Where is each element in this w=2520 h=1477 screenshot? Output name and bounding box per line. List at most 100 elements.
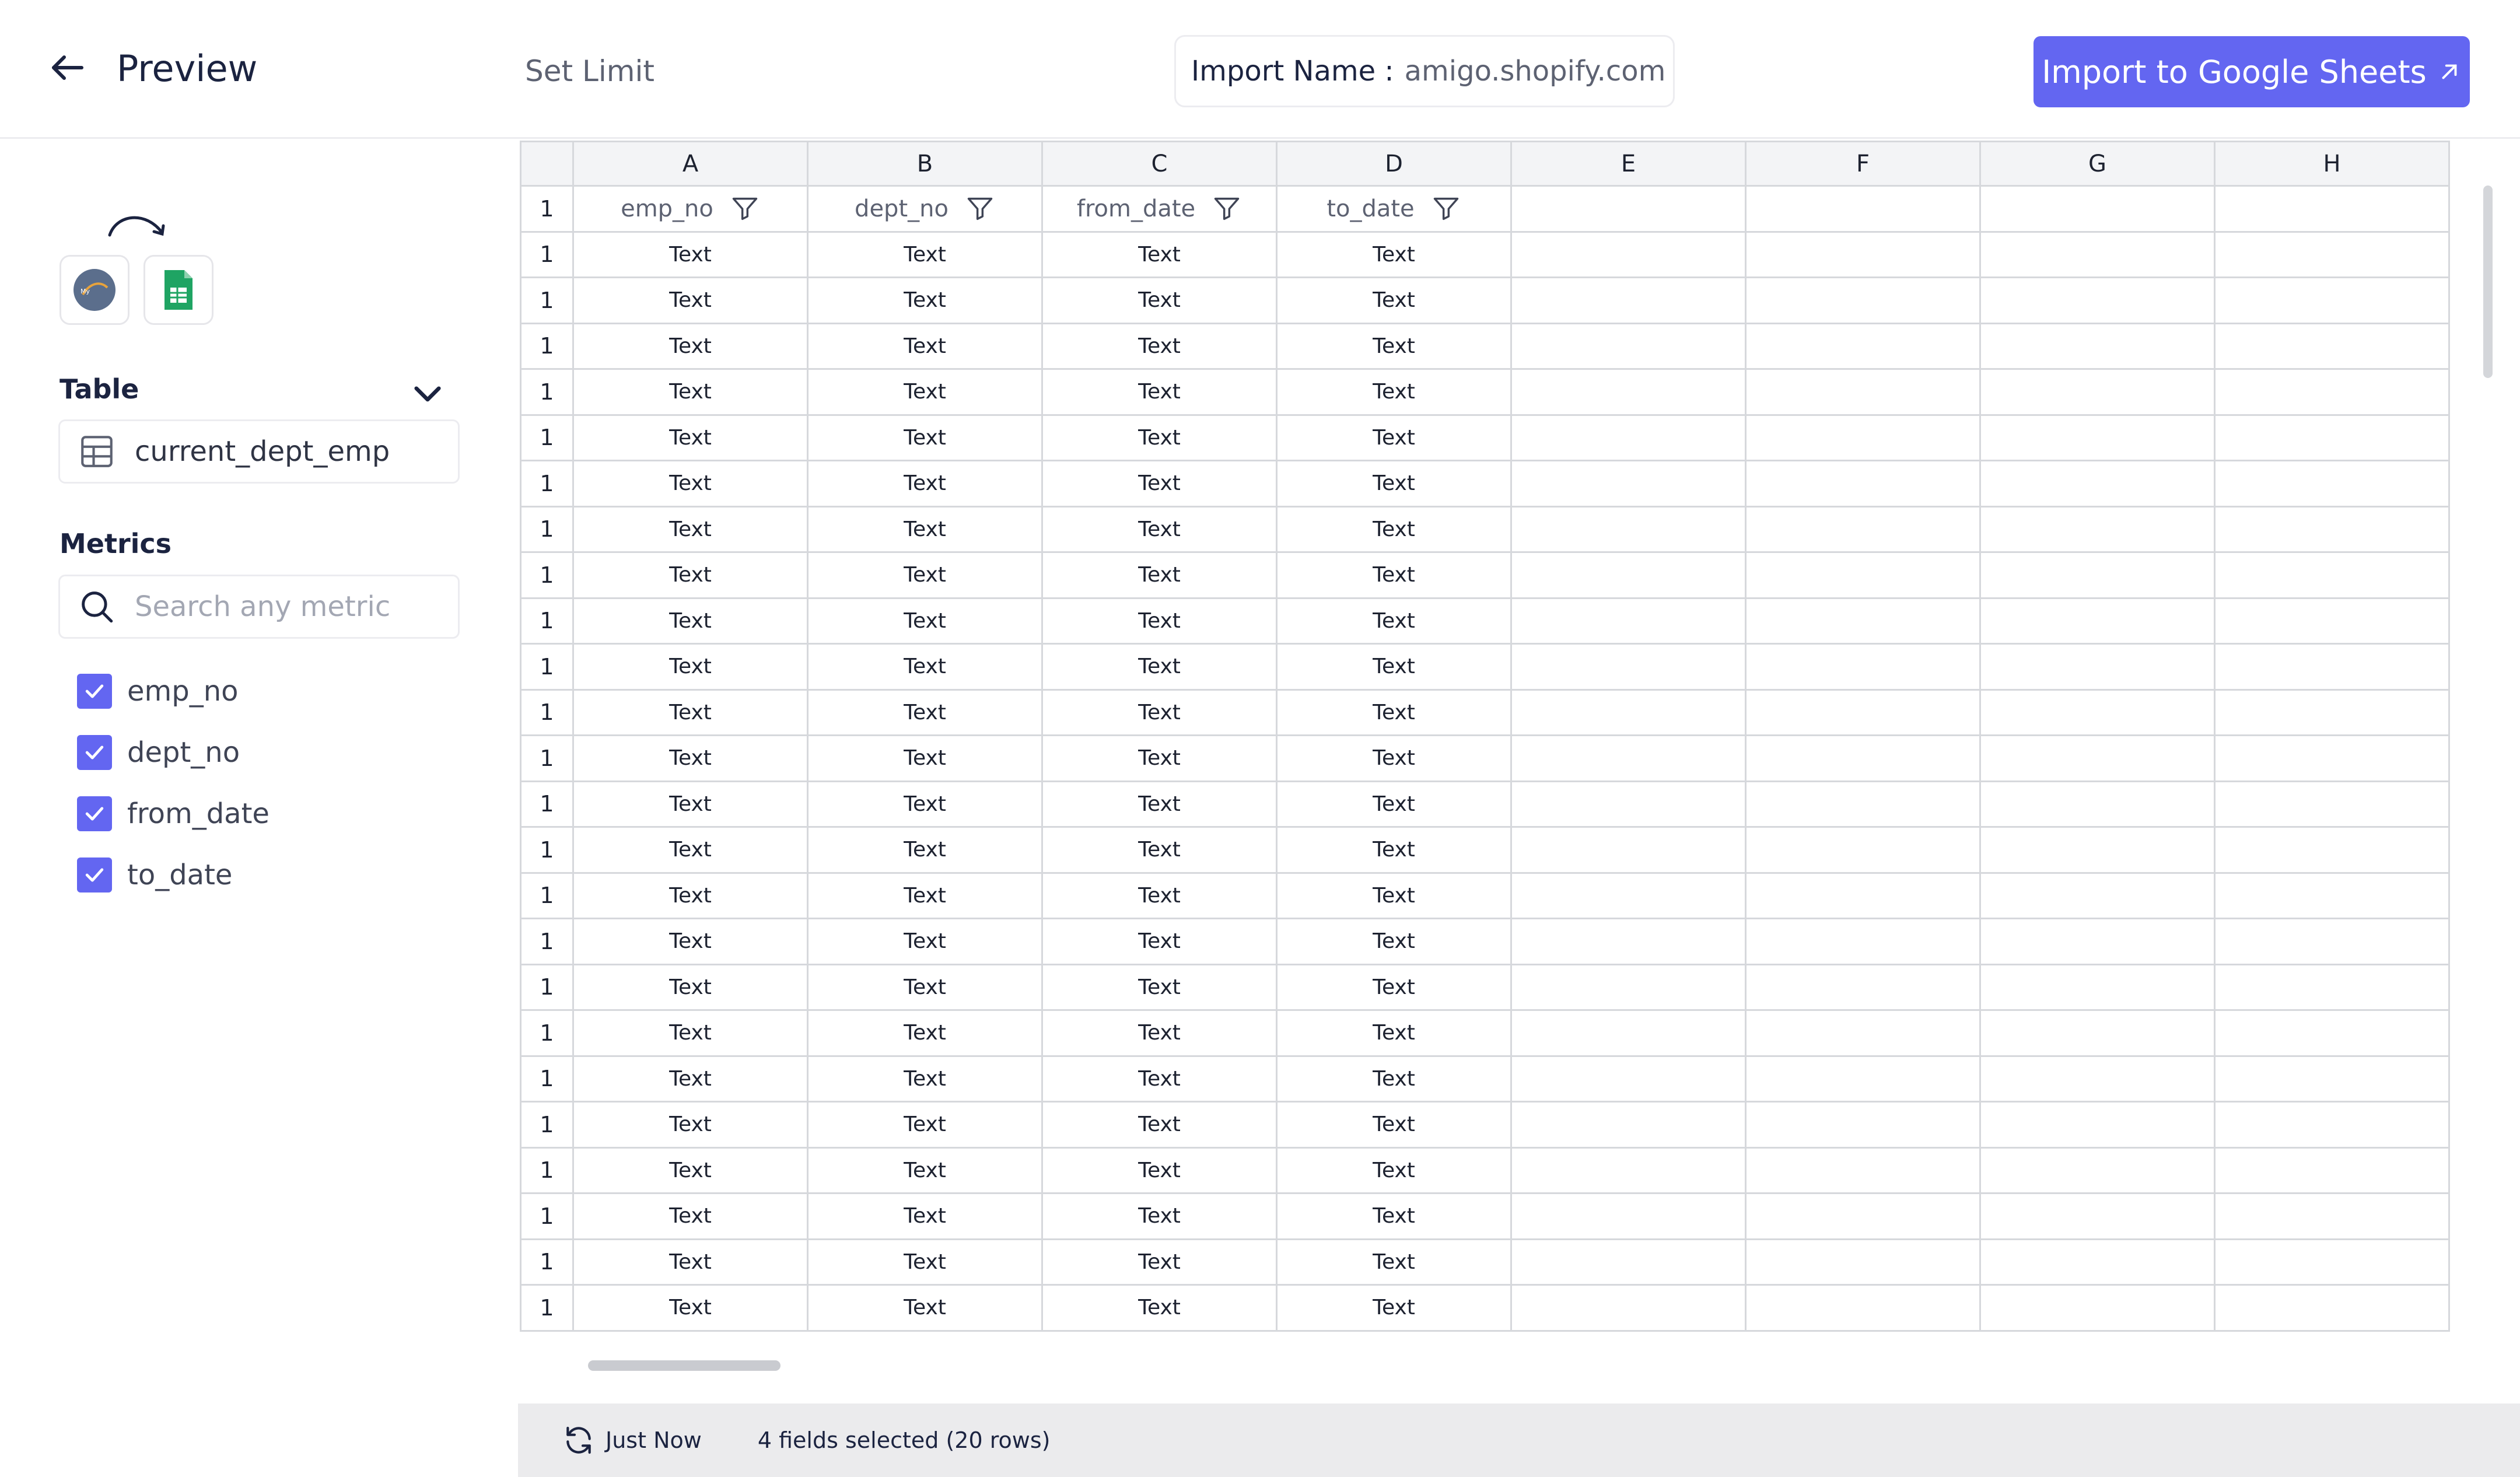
data-cell[interactable]: Text: [572, 1009, 808, 1057]
data-cell[interactable]: Text: [572, 872, 808, 919]
data-cell[interactable]: Text: [1276, 1101, 1512, 1149]
filter-icon[interactable]: [730, 194, 760, 224]
data-cell[interactable]: Text: [572, 1238, 808, 1286]
data-cell[interactable]: Text: [807, 368, 1043, 416]
empty-cell[interactable]: [1979, 826, 2216, 874]
empty-cell[interactable]: [2214, 505, 2450, 553]
empty-cell[interactable]: [1979, 460, 2216, 508]
data-cell[interactable]: Text: [1276, 688, 1512, 736]
empty-cell[interactable]: [1979, 1284, 2216, 1332]
data-cell[interactable]: Text: [1041, 963, 1278, 1011]
empty-cell[interactable]: [1745, 460, 1981, 508]
data-cell[interactable]: Text: [572, 1101, 808, 1149]
data-cell[interactable]: Text: [572, 643, 808, 691]
empty-cell[interactable]: [1745, 597, 1981, 645]
data-cell[interactable]: Text: [807, 1101, 1043, 1149]
data-cell[interactable]: Text: [1276, 872, 1512, 919]
empty-cell[interactable]: [2214, 1146, 2450, 1194]
data-cell[interactable]: Text: [807, 1192, 1043, 1240]
data-cell[interactable]: Text: [572, 230, 808, 278]
empty-cell[interactable]: [1745, 872, 1981, 919]
destination-google-sheets[interactable]: [144, 255, 214, 325]
empty-cell[interactable]: [1510, 322, 1746, 370]
empty-cell[interactable]: [1979, 414, 2216, 461]
empty-cell[interactable]: [2214, 185, 2450, 233]
data-cell[interactable]: Text: [572, 368, 808, 416]
data-cell[interactable]: Text: [1276, 780, 1512, 828]
empty-cell[interactable]: [2214, 643, 2450, 691]
empty-cell[interactable]: [1979, 597, 2216, 645]
empty-cell[interactable]: [1979, 872, 2216, 919]
data-cell[interactable]: Text: [807, 230, 1043, 278]
horizontal-scrollbar[interactable]: [588, 1360, 780, 1371]
source-mysql[interactable]: My: [60, 255, 130, 325]
data-cell[interactable]: Text: [1276, 368, 1512, 416]
data-cell[interactable]: Text: [572, 918, 808, 965]
empty-cell[interactable]: [1745, 551, 1981, 599]
data-cell[interactable]: Text: [1041, 1101, 1278, 1149]
data-cell[interactable]: Text: [807, 826, 1043, 874]
empty-cell[interactable]: [1979, 368, 2216, 416]
data-cell[interactable]: Text: [1041, 368, 1278, 416]
empty-cell[interactable]: [1510, 597, 1746, 645]
empty-cell[interactable]: [1979, 688, 2216, 736]
data-cell[interactable]: Text: [1041, 734, 1278, 782]
empty-cell[interactable]: [1510, 963, 1746, 1011]
empty-cell[interactable]: [1745, 826, 1981, 874]
empty-cell[interactable]: [1979, 1009, 2216, 1057]
empty-cell[interactable]: [1979, 1192, 2216, 1240]
empty-cell[interactable]: [1745, 1146, 1981, 1194]
data-cell[interactable]: Text: [1276, 322, 1512, 370]
data-cell[interactable]: Text: [1041, 826, 1278, 874]
data-cell[interactable]: Text: [807, 505, 1043, 553]
empty-cell[interactable]: [1510, 918, 1746, 965]
empty-cell[interactable]: [1979, 276, 2216, 324]
empty-cell[interactable]: [1979, 918, 2216, 965]
empty-cell[interactable]: [1745, 414, 1981, 461]
table-select[interactable]: current_dept_emp: [58, 419, 460, 484]
data-cell[interactable]: Text: [807, 734, 1043, 782]
data-cell[interactable]: Text: [1041, 688, 1278, 736]
data-cell[interactable]: Text: [1276, 643, 1512, 691]
empty-cell[interactable]: [2214, 322, 2450, 370]
data-cell[interactable]: Text: [1041, 505, 1278, 553]
empty-cell[interactable]: [2214, 1192, 2450, 1240]
data-cell[interactable]: Text: [1041, 643, 1278, 691]
empty-cell[interactable]: [1979, 963, 2216, 1011]
data-cell[interactable]: Text: [1041, 230, 1278, 278]
empty-cell[interactable]: [1745, 322, 1981, 370]
metric-checkbox-from-date[interactable]: from_date: [77, 795, 270, 832]
empty-cell[interactable]: [1979, 780, 2216, 828]
column-header-h[interactable]: H: [2214, 141, 2450, 187]
data-cell[interactable]: Text: [1276, 963, 1512, 1011]
empty-cell[interactable]: [1510, 505, 1746, 553]
data-cell[interactable]: Text: [572, 322, 808, 370]
data-cell[interactable]: Text: [807, 1009, 1043, 1057]
filter-icon[interactable]: [1212, 194, 1242, 224]
empty-cell[interactable]: [2214, 826, 2450, 874]
data-cell[interactable]: Text: [572, 1146, 808, 1194]
column-header-g[interactable]: G: [1979, 141, 2216, 187]
data-cell[interactable]: Text: [1276, 460, 1512, 508]
empty-cell[interactable]: [2214, 276, 2450, 324]
empty-cell[interactable]: [1510, 734, 1746, 782]
empty-cell[interactable]: [2214, 963, 2450, 1011]
empty-cell[interactable]: [1745, 1238, 1981, 1286]
empty-cell[interactable]: [1979, 505, 2216, 553]
vertical-scrollbar[interactable]: [2483, 186, 2493, 378]
data-cell[interactable]: Text: [807, 872, 1043, 919]
data-cell[interactable]: Text: [807, 688, 1043, 736]
filter-icon[interactable]: [965, 194, 995, 224]
empty-cell[interactable]: [1510, 230, 1746, 278]
data-cell[interactable]: Text: [807, 1146, 1043, 1194]
empty-cell[interactable]: [2214, 460, 2450, 508]
data-cell[interactable]: Text: [572, 276, 808, 324]
data-cell[interactable]: Text: [807, 780, 1043, 828]
empty-cell[interactable]: [1510, 1146, 1746, 1194]
data-cell[interactable]: Text: [1276, 230, 1512, 278]
data-cell[interactable]: Text: [1041, 1146, 1278, 1194]
empty-cell[interactable]: [1745, 185, 1981, 233]
data-cell[interactable]: Text: [1041, 551, 1278, 599]
empty-cell[interactable]: [1510, 1192, 1746, 1240]
data-cell[interactable]: Text: [572, 1055, 808, 1102]
